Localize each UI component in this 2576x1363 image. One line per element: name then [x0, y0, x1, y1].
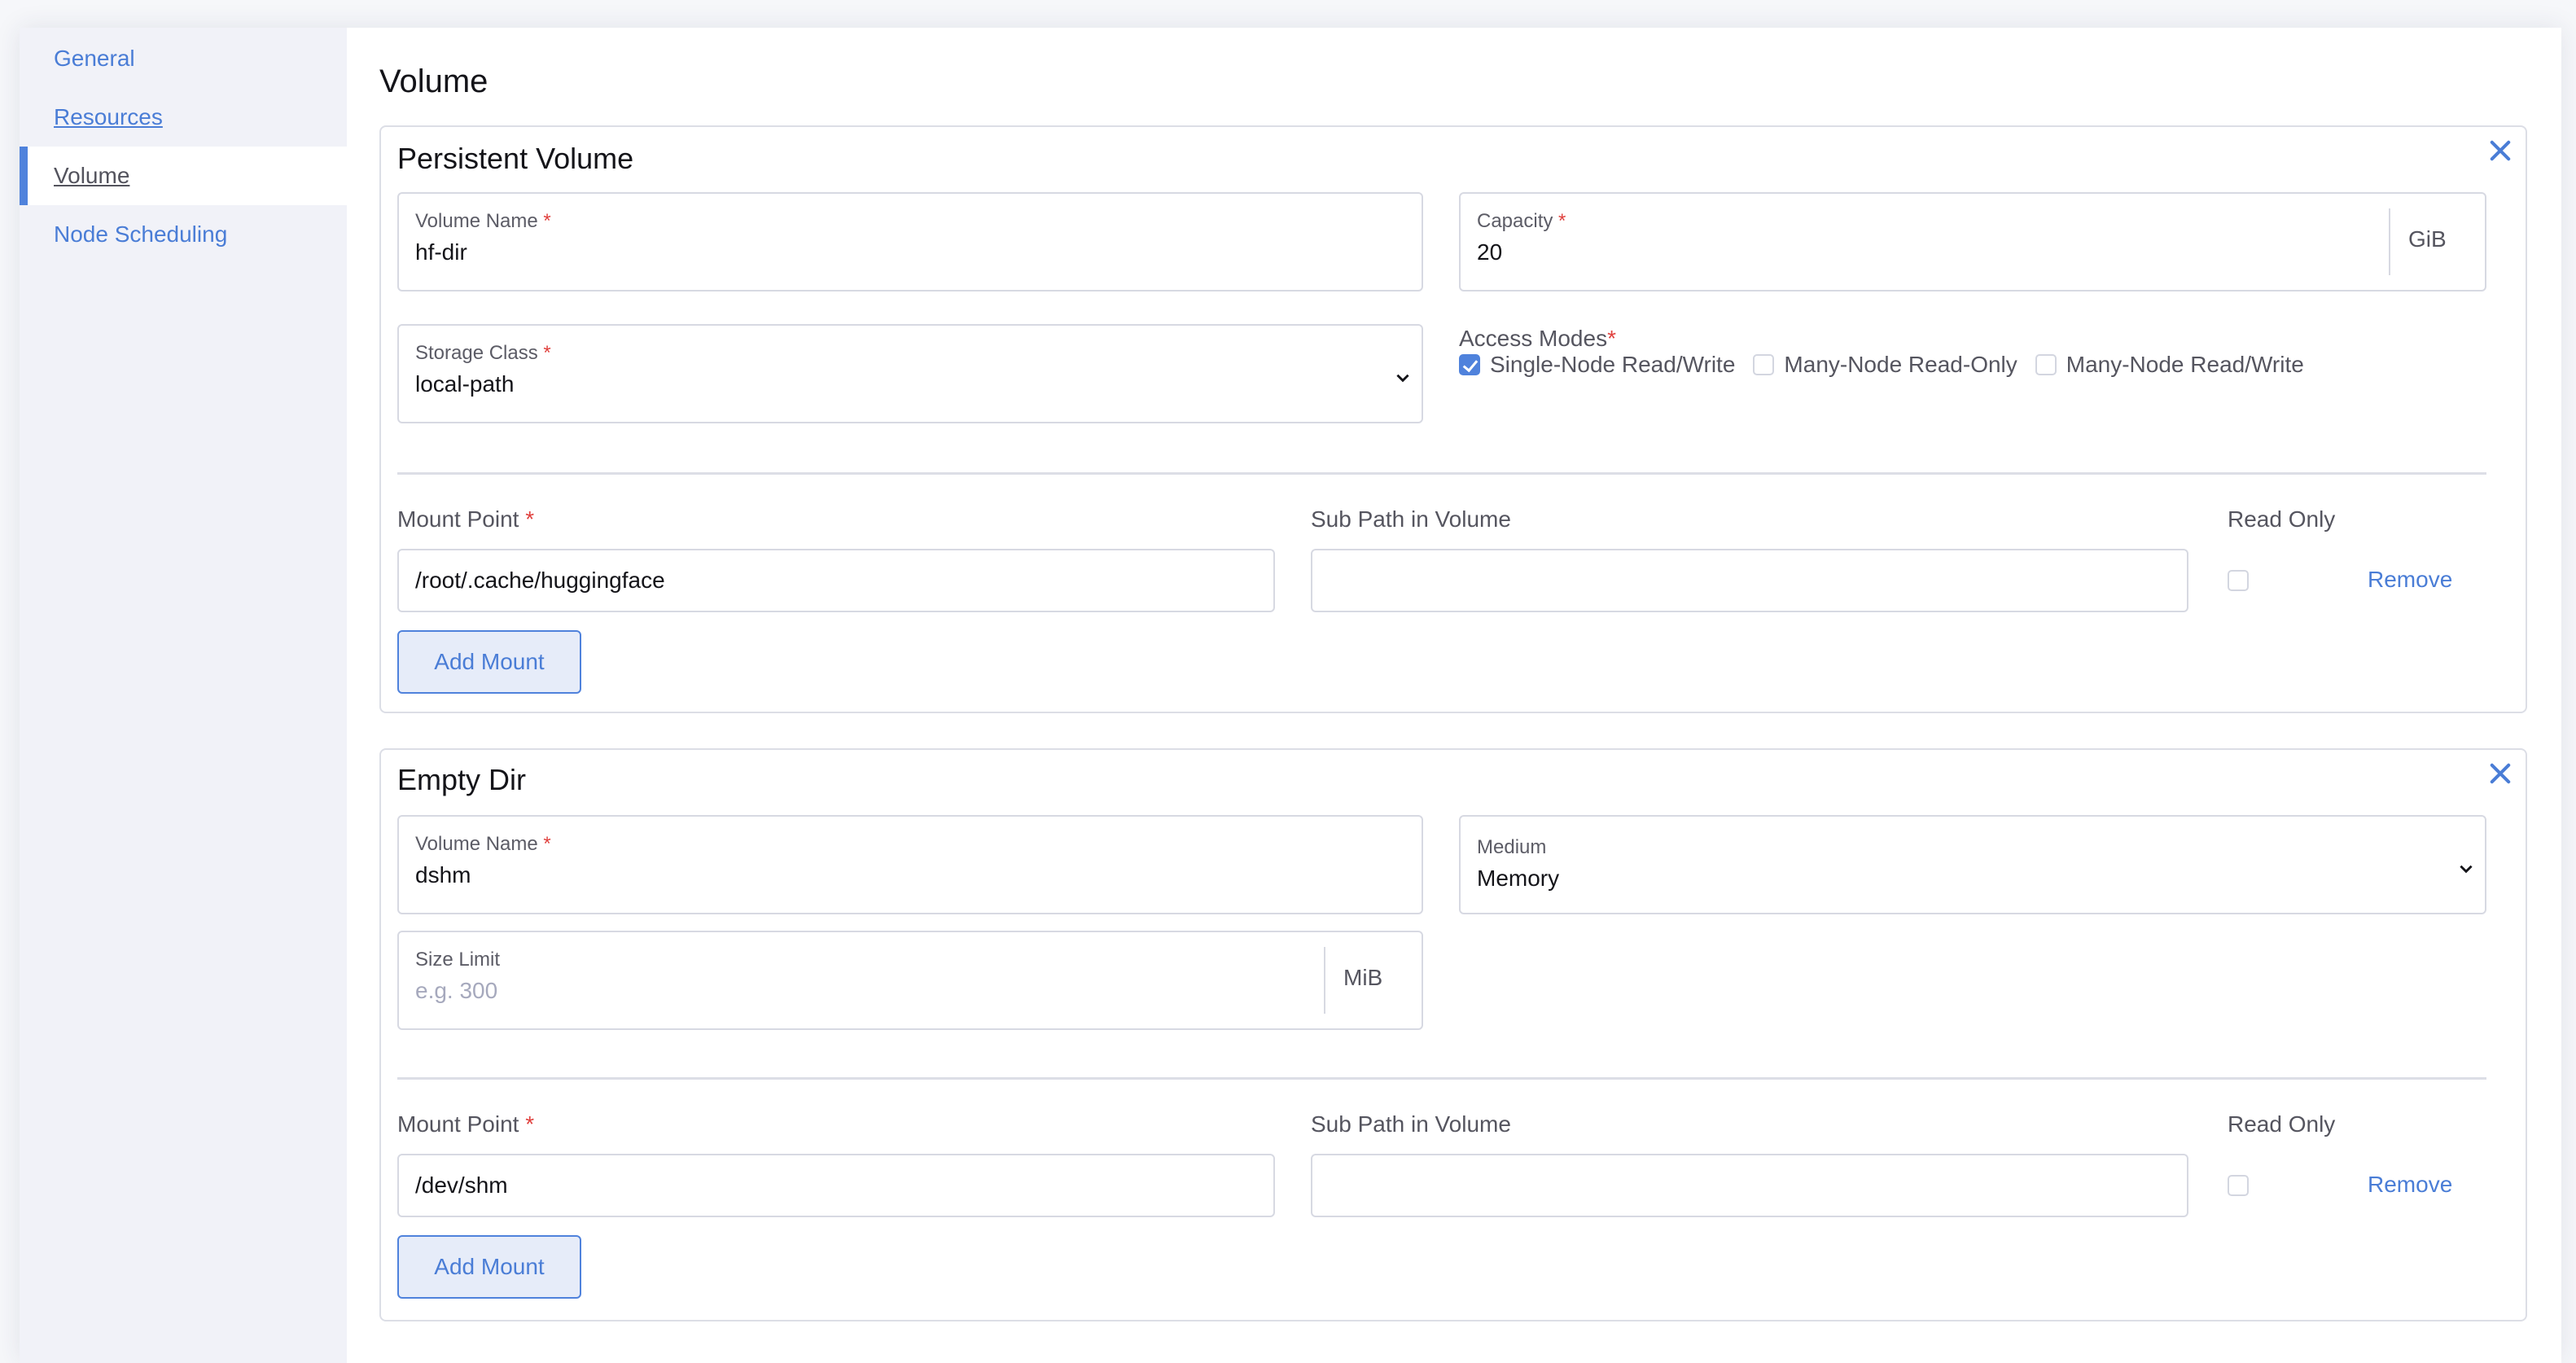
checkbox-single-node-rw[interactable]: [1459, 354, 1480, 375]
close-icon[interactable]: [2486, 760, 2514, 787]
suffix-divider: [1324, 947, 1325, 1014]
storage-class-value: local-path: [415, 371, 515, 397]
sub-path-input[interactable]: [1311, 549, 2188, 612]
sub-path-label: Sub Path in Volume: [1311, 1111, 1511, 1137]
read-only-label: Read Only: [2228, 1111, 2336, 1137]
access-modes-group: Single-Node Read/Write Many-Node Read-On…: [1459, 352, 2322, 378]
field-label: Medium: [1477, 836, 1547, 858]
checkbox-many-node-rw[interactable]: [2035, 354, 2057, 375]
read-only-label: Read Only: [2228, 506, 2336, 532]
size-limit-field[interactable]: Size Limit MiB: [397, 931, 1423, 1030]
sidebar-item-label: Volume: [54, 163, 130, 188]
page-title: Volume: [379, 64, 488, 99]
mount-point-input[interactable]: [397, 549, 1275, 612]
storage-class-select[interactable]: Storage Class * local-path: [397, 324, 1423, 423]
card-title: Persistent Volume: [397, 142, 634, 175]
sidebar-item-volume[interactable]: Volume: [20, 147, 347, 205]
section-divider: [397, 472, 2486, 475]
card-title: Empty Dir: [397, 763, 527, 796]
mount-point-label: Mount Point *: [397, 1111, 535, 1137]
sidebar-item-label: Resources: [54, 104, 163, 129]
checkbox-label: Single-Node Read/Write: [1490, 352, 1736, 377]
volume-name-input[interactable]: [415, 239, 1233, 265]
field-label: Size Limit: [415, 949, 501, 971]
field-label: Volume Name *: [415, 210, 551, 232]
sub-path-input[interactable]: [1311, 1154, 2188, 1217]
suffix-divider: [2389, 208, 2390, 275]
add-mount-button[interactable]: Add Mount: [397, 1235, 581, 1299]
add-mount-button[interactable]: Add Mount: [397, 630, 581, 694]
size-limit-unit: MiB: [1343, 965, 1383, 990]
empty-dir-card: Empty Dir Volume Name * Medium Memory Si…: [379, 748, 2527, 1321]
mount-point-input[interactable]: [397, 1154, 1275, 1217]
mount-point-label: Mount Point *: [397, 506, 535, 532]
checkbox-label: Many-Node Read/Write: [2066, 352, 2304, 377]
sidebar-item-general[interactable]: General: [20, 29, 347, 88]
checkbox-label: Many-Node Read-Only: [1784, 352, 2017, 377]
sidebar-item-label: General: [54, 46, 135, 71]
capacity-unit: GiB: [2408, 226, 2447, 252]
read-only-checkbox[interactable]: [2228, 570, 2249, 591]
chevron-down-icon: [2460, 865, 2473, 874]
access-modes-label: Access Modes*: [1459, 326, 1616, 351]
persistent-volume-card: Persistent Volume Volume Name * Capacity…: [379, 125, 2527, 713]
sidebar-item-node-scheduling[interactable]: Node Scheduling: [20, 205, 347, 264]
checkbox-many-node-ro[interactable]: [1753, 354, 1775, 375]
chevron-down-icon: [1396, 374, 1409, 383]
settings-panel: General Resources Volume Node Scheduling…: [20, 28, 2561, 1363]
read-only-checkbox[interactable]: [2228, 1175, 2249, 1196]
capacity-input[interactable]: [1477, 239, 2372, 265]
sidebar-item-label: Node Scheduling: [54, 221, 228, 247]
section-divider: [397, 1077, 2486, 1080]
volume-name-field[interactable]: Volume Name *: [397, 815, 1423, 914]
remove-mount-link[interactable]: Remove: [2368, 1172, 2452, 1198]
capacity-field[interactable]: Capacity * GiB: [1459, 192, 2486, 291]
field-label: Volume Name *: [415, 833, 551, 855]
close-icon[interactable]: [2486, 137, 2514, 164]
sub-path-label: Sub Path in Volume: [1311, 506, 1511, 532]
sidebar: General Resources Volume Node Scheduling: [20, 28, 347, 1363]
volume-name-field[interactable]: Volume Name *: [397, 192, 1423, 291]
remove-mount-link[interactable]: Remove: [2368, 567, 2452, 593]
volume-name-input[interactable]: [415, 862, 1233, 888]
medium-select[interactable]: Medium Memory: [1459, 815, 2486, 914]
medium-value: Memory: [1477, 866, 1560, 891]
main-content: Volume Persistent Volume Volume Name * C…: [347, 28, 2561, 1363]
field-label: Capacity *: [1477, 210, 1566, 232]
field-label: Storage Class *: [415, 342, 551, 364]
size-limit-input[interactable]: [415, 978, 1311, 1004]
sidebar-item-resources[interactable]: Resources: [20, 88, 347, 147]
